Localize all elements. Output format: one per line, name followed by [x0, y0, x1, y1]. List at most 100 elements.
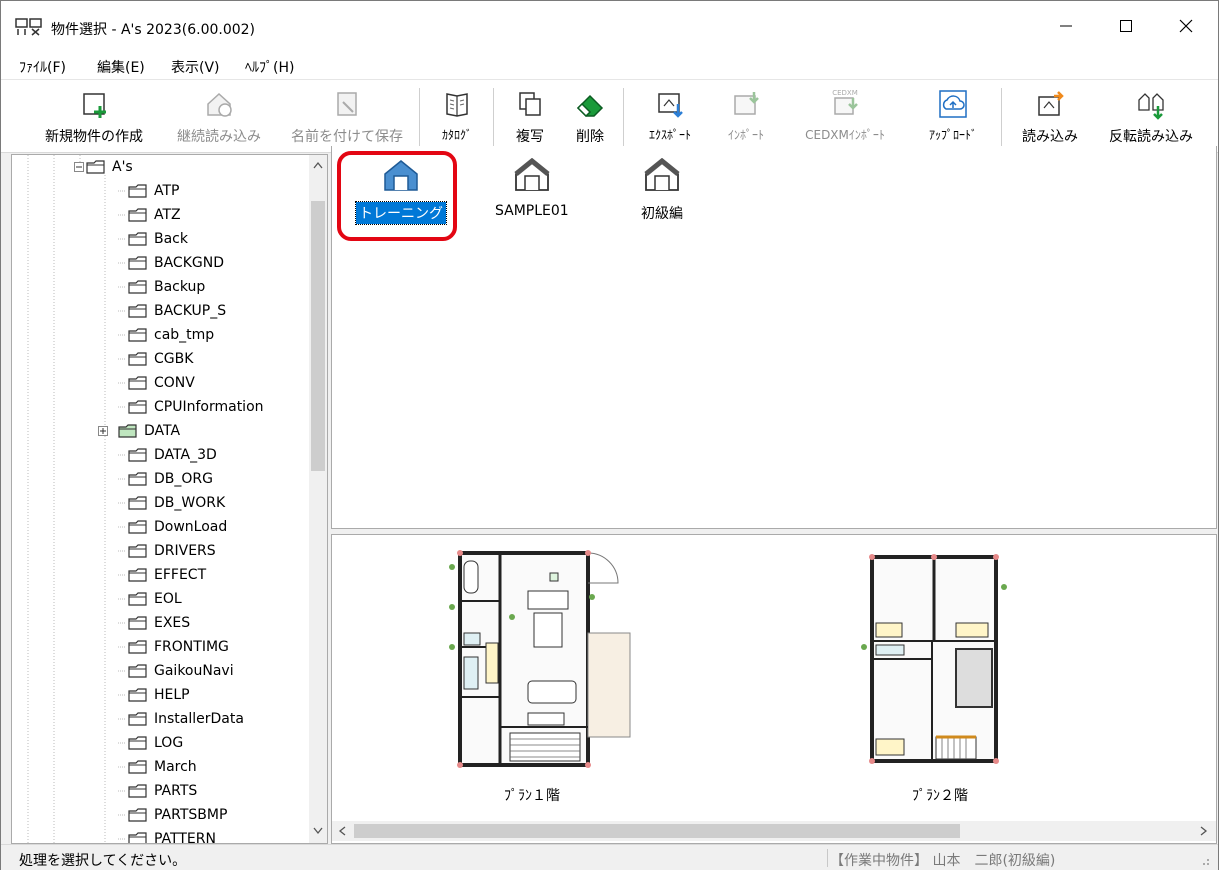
- tree-item-root[interactable]: A's: [74, 155, 133, 179]
- tree-item[interactable]: DATA_3D: [118, 443, 217, 467]
- tree-scroll-thumb[interactable]: [311, 201, 325, 471]
- tree-item[interactable]: CPUInformation: [118, 395, 264, 419]
- copy-button[interactable]: 複写: [503, 80, 557, 152]
- folder-icon: [128, 832, 147, 843]
- tree-item[interactable]: DB_ORG: [118, 467, 213, 491]
- tree-item-label: ATP: [154, 183, 180, 199]
- folder-icon: [128, 568, 147, 582]
- tree-connector: [118, 334, 126, 336]
- delete-label: 削除: [576, 129, 604, 145]
- tree-item[interactable]: PARTSBMP: [118, 803, 227, 827]
- tree-item[interactable]: Backup: [118, 275, 205, 299]
- tree-item[interactable]: PARTS: [118, 779, 197, 803]
- property-name: SAMPLE01: [495, 203, 569, 219]
- tree-item-label: DB_WORK: [154, 495, 226, 511]
- floor-plan-2f: [861, 554, 1007, 764]
- new-property-button[interactable]: 新規物件の作成: [31, 80, 157, 152]
- folder-icon: [128, 640, 147, 654]
- folder-icon: [128, 736, 147, 750]
- tree-item[interactable]: cab_tmp: [118, 323, 214, 347]
- tree-item[interactable]: HELP: [118, 683, 190, 707]
- tree-item[interactable]: EXES: [118, 611, 190, 635]
- save-as-label: 名前を付けて保存: [291, 129, 403, 145]
- scroll-right-icon[interactable]: [1200, 826, 1208, 836]
- tree-item[interactable]: CGBK: [118, 347, 193, 371]
- folder-icon: [128, 256, 147, 270]
- tree-item[interactable]: DRIVERS: [118, 539, 216, 563]
- maximize-button[interactable]: [1097, 9, 1155, 43]
- scroll-up-icon[interactable]: [313, 161, 323, 169]
- resize-grip-icon[interactable]: [1197, 853, 1211, 867]
- tree-item-label: HELP: [154, 687, 190, 703]
- tree-item[interactable]: BACKUP_S: [118, 299, 226, 323]
- property-item-sample01[interactable]: SAMPLE01: [492, 158, 572, 220]
- tree-item[interactable]: FRONTIMG: [118, 635, 229, 659]
- tree-item[interactable]: GaikouNavi: [118, 659, 234, 683]
- menu-help[interactable]: ﾍﾙﾌﾟ(H): [245, 57, 294, 77]
- continue-load-button[interactable]: 継続読み込み: [167, 80, 271, 152]
- tree-connector: [118, 478, 126, 480]
- minimize-icon: [1060, 25, 1072, 27]
- tree-item-label: DownLoad: [154, 519, 228, 535]
- minimize-button[interactable]: [1037, 9, 1095, 43]
- folder-tree[interactable]: A's ATP ATZ Back BACKGND Backup BACKUP_S: [11, 154, 328, 844]
- tree-item[interactable]: BACKGND: [118, 251, 224, 275]
- tree-item[interactable]: ATZ: [118, 203, 181, 227]
- collapse-icon[interactable]: [74, 162, 84, 172]
- cedxm-import-button[interactable]: CEDXM CEDXMｲﾝﾎﾟｰﾄ: [787, 80, 903, 152]
- tree-item-label: EFFECT: [154, 567, 207, 583]
- tree-connector: [118, 790, 126, 792]
- status-bar: 処理を選択してください。 【作業中物件】 山本 二郎(初級編): [1, 844, 1218, 870]
- tree-item-label: PATTERN: [154, 831, 216, 844]
- folder-icon: [128, 328, 147, 342]
- new-property-icon: [83, 93, 106, 118]
- tree-item[interactable]: PATTERN: [118, 827, 216, 844]
- tree-item[interactable]: EOL: [118, 587, 182, 611]
- tree-connector: [118, 286, 126, 288]
- expand-icon[interactable]: [98, 426, 108, 436]
- import-button[interactable]: ｲﾝﾎﾟｰﾄ: [713, 80, 779, 152]
- tree-item[interactable]: EFFECT: [118, 563, 206, 587]
- catalog-button[interactable]: ｶﾀﾛｸﾞ: [429, 80, 485, 152]
- preview-scroll-thumb[interactable]: [354, 824, 960, 838]
- tree-item[interactable]: March: [118, 755, 197, 779]
- export-button[interactable]: ｴｸｽﾎﾟｰﾄ: [633, 80, 707, 152]
- flip-load-label: 反転読み込み: [1109, 129, 1193, 145]
- current-property-status: 【作業中物件】 山本 二郎(初級編): [830, 853, 1056, 869]
- menu-file[interactable]: ﾌｧｲﾙ(F): [19, 57, 66, 77]
- save-as-icon: [337, 92, 357, 116]
- close-button[interactable]: [1157, 9, 1215, 43]
- flip-load-button[interactable]: 反転読み込み: [1097, 80, 1205, 152]
- property-list[interactable]: トレーニング SAMPLE01 初級編: [331, 146, 1217, 529]
- tree-item[interactable]: DB_WORK: [118, 491, 225, 515]
- tree-item-label: DB_ORG: [154, 471, 213, 487]
- copy-icon: [519, 92, 541, 116]
- scroll-left-icon[interactable]: [338, 826, 346, 836]
- tree-item[interactable]: LOG: [118, 731, 183, 755]
- save-as-button[interactable]: 名前を付けて保存: [283, 80, 411, 152]
- tree-item[interactable]: DATA: [98, 419, 180, 443]
- property-item-beginner[interactable]: 初級編: [638, 158, 686, 224]
- toolbar-separator: [1001, 88, 1002, 148]
- delete-button[interactable]: 削除: [563, 80, 617, 152]
- tree-connector: [118, 262, 126, 264]
- tree-item[interactable]: Back: [118, 227, 188, 251]
- folder-icon: [86, 160, 105, 174]
- scroll-down-icon[interactable]: [313, 827, 323, 835]
- tree-item[interactable]: ATP: [118, 179, 179, 203]
- folder-icon: [128, 808, 147, 822]
- property-name: 初級編: [641, 206, 683, 222]
- menu-edit[interactable]: 編集(E): [97, 57, 145, 77]
- upload-button[interactable]: ｱｯﾌﾟﾛｰﾄﾞ: [911, 80, 995, 152]
- load-button[interactable]: 読み込み: [1011, 80, 1089, 152]
- folder-icon: [128, 472, 147, 486]
- preview-horizontal-scrollbar[interactable]: [332, 821, 1216, 841]
- tree-item-label: EXES: [154, 615, 191, 631]
- tree-vertical-scrollbar[interactable]: [309, 155, 327, 843]
- menu-view[interactable]: 表示(V): [171, 57, 220, 77]
- tree-item[interactable]: InstallerData: [118, 707, 244, 731]
- tree-item[interactable]: DownLoad: [118, 515, 227, 539]
- tree-item[interactable]: CONV: [118, 371, 195, 395]
- tree-item-label: ATZ: [154, 207, 181, 223]
- tree-connector: [118, 670, 126, 672]
